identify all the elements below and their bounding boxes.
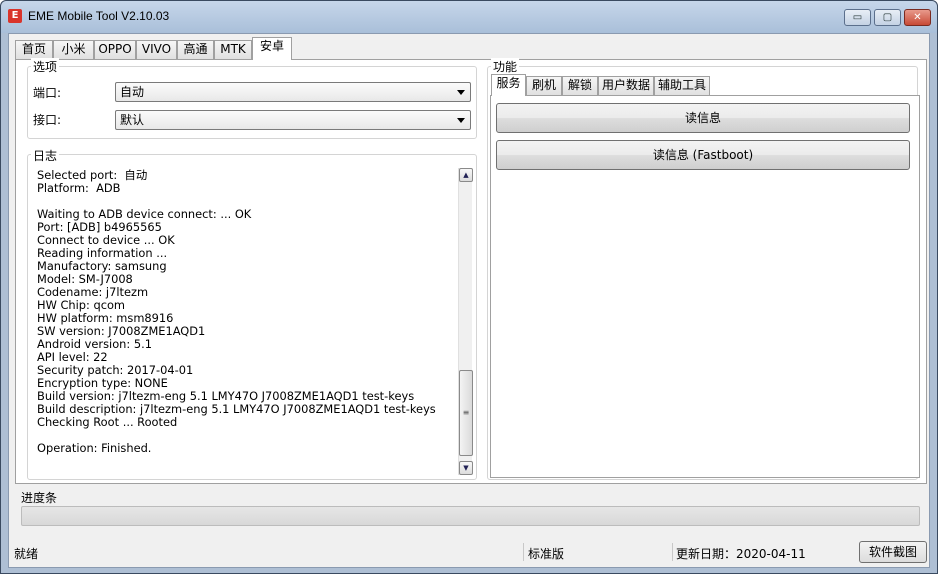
scroll-up-button[interactable]: ▲ [459, 168, 473, 182]
status-bar: 就绪 标准版 更新日期：2020-04-11 软件截图 [9, 539, 931, 567]
scroll-down-button[interactable]: ▼ [459, 461, 473, 475]
log-container: Selected port: 自动 Platform: ADB Waiting … [27, 154, 477, 480]
status-state: 就绪 [14, 547, 39, 561]
status-edition: 标准版 [528, 547, 565, 561]
tab-xiaomi[interactable]: 小米 [53, 40, 94, 59]
progress-label: 进度条 [21, 491, 58, 505]
window-title: EME Mobile Tool V2.10.03 [28, 9, 170, 23]
log-scrollbar[interactable]: ▲ ≡ ▼ [458, 168, 473, 475]
maximize-button[interactable]: ▢ [874, 9, 901, 26]
client-area: 首页 小米 OPPO VIVO 高通 MTK 安卓 选项 端口: 自动 接口: … [8, 33, 930, 568]
tab-unlock[interactable]: 解锁 [562, 76, 598, 95]
scroll-thumb[interactable]: ≡ [459, 370, 473, 456]
port-select-value: 自动 [120, 85, 145, 99]
tab-tools[interactable]: 辅助工具 [654, 76, 710, 95]
progress-bar [21, 506, 920, 526]
status-divider [672, 543, 673, 561]
chevron-down-icon [457, 90, 465, 95]
tab-oppo[interactable]: OPPO [94, 40, 136, 59]
tab-user-data[interactable]: 用户数据 [598, 76, 654, 95]
log-textarea[interactable]: Selected port: 自动 Platform: ADB Waiting … [35, 169, 475, 475]
read-info-fastboot-button[interactable]: 读信息 (Fastboot) [496, 140, 910, 170]
tab-android[interactable]: 安卓 [252, 37, 292, 60]
screenshot-button[interactable]: 软件截图 [859, 541, 927, 563]
status-update-date: 更新日期：2020-04-11 [676, 547, 806, 561]
tab-flash[interactable]: 刷机 [526, 76, 562, 95]
status-divider [523, 543, 524, 561]
android-tab-panel: 选项 端口: 自动 接口: 默认 日志 Selected port: 自动 Pl… [15, 58, 927, 484]
port-select[interactable]: 自动 [115, 82, 471, 102]
tab-service[interactable]: 服务 [491, 74, 526, 96]
chevron-down-icon [457, 118, 465, 123]
app-window: E EME Mobile Tool V2.10.03 ▭ ▢ ✕ 首页 小米 O… [0, 0, 938, 574]
read-info-button[interactable]: 读信息 [496, 103, 910, 133]
tab-vivo[interactable]: VIVO [136, 40, 177, 59]
options-group-title: 选项 [31, 58, 60, 75]
service-panel: 读信息 读信息 (Fastboot) [490, 95, 920, 478]
functions-container: 服务 刷机 解锁 用户数据 辅助工具 读信息 读信息 (Fastboot) [487, 66, 920, 480]
close-button[interactable]: ✕ [904, 9, 931, 26]
minimize-button[interactable]: ▭ [844, 9, 871, 26]
tab-home[interactable]: 首页 [15, 40, 53, 59]
title-bar[interactable]: E EME Mobile Tool V2.10.03 ▭ ▢ ✕ [1, 1, 937, 33]
port-label: 端口: [33, 86, 62, 100]
interface-select-value: 默认 [120, 113, 145, 127]
interface-select[interactable]: 默认 [115, 110, 471, 130]
tab-mtk[interactable]: MTK [214, 40, 252, 59]
interface-label: 接口: [33, 113, 62, 127]
app-logo-icon: E [8, 9, 22, 23]
tab-qualcomm[interactable]: 高通 [177, 40, 214, 59]
